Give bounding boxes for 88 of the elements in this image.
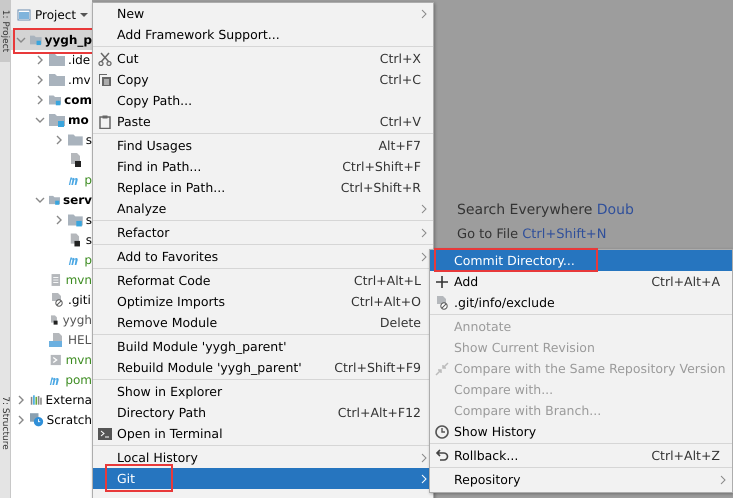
dropdown-caret-icon[interactable] — [80, 12, 88, 18]
menu-item[interactable]: Rollback... Ctrl+Alt+Z — [430, 445, 732, 466]
menu-item[interactable]: Replace in Path... Ctrl+Shift+R — [93, 177, 433, 198]
tree-item-label[interactable]: pom — [65, 373, 92, 387]
menu-item[interactable]: Add Ctrl+Alt+A — [430, 271, 732, 292]
terminal-icon — [98, 426, 112, 440]
window-icon — [17, 8, 31, 22]
tree-item-label[interactable]: yygh — [62, 313, 92, 327]
menu-item[interactable]: Analyze — [93, 198, 433, 219]
tree-item-label[interactable]: .ide — [68, 53, 90, 67]
menu-item[interactable]: Show History — [430, 421, 732, 442]
file-icon — [68, 233, 83, 247]
tree-item-label[interactable]: mvn — [66, 273, 92, 287]
ignored-file-icon — [435, 296, 449, 310]
tree-item-label[interactable]: s — [86, 213, 92, 227]
tree-item-label[interactable]: mvn — [66, 353, 92, 367]
expand-chevron-icon[interactable] — [16, 35, 26, 45]
tree-item-label[interactable]: mo — [68, 113, 89, 127]
text-file-icon — [49, 273, 63, 287]
structure-tool-tab[interactable]: 7: Structure — [0, 388, 10, 458]
file-icon — [49, 313, 60, 327]
tree-item-label[interactable]: p — [84, 173, 92, 187]
editor-hint: Go to File Ctrl+Shift+N — [457, 227, 606, 242]
menu-item[interactable]: Show in Explorer — [93, 381, 433, 402]
menu-item[interactable]: Add to Favorites — [93, 246, 433, 267]
scissors-icon — [98, 52, 112, 66]
collapse-chevron-icon[interactable] — [54, 135, 64, 145]
compare-arrows-icon — [435, 362, 449, 376]
menu-item[interactable]: Copy Path... — [93, 90, 433, 111]
library-icon — [30, 393, 43, 407]
menu-item[interactable]: New — [93, 3, 433, 24]
tree-item-label[interactable]: HEL — [68, 333, 92, 347]
ignored-file-icon — [49, 293, 65, 307]
menu-item[interactable]: Build Module 'yygh_parent' — [93, 336, 433, 357]
clock-icon — [435, 424, 449, 438]
collapse-chevron-icon[interactable] — [35, 55, 45, 65]
menu-item[interactable]: Find in Path... Ctrl+Shift+F — [93, 156, 433, 177]
menu-item[interactable]: Repository — [430, 469, 732, 490]
project-tool-tab[interactable]: 1: Project — [0, 0, 10, 62]
scratch-icon — [30, 412, 44, 428]
tree-item-label[interactable]: s — [86, 133, 92, 147]
menu-item[interactable]: Remove Module Delete — [93, 312, 433, 333]
expand-chevron-icon[interactable] — [35, 195, 45, 205]
undo-arrow-icon — [435, 448, 449, 462]
collapse-chevron-icon[interactable] — [16, 395, 26, 405]
tree-item-label[interactable]: .mv — [68, 73, 91, 87]
folder-icon — [30, 33, 42, 47]
folder-icon — [68, 133, 83, 147]
menu-item[interactable]: Paste Ctrl+V — [93, 111, 433, 132]
menu-item[interactable]: Directory Path Ctrl+Alt+F12 — [93, 402, 433, 423]
menu-item[interactable]: Reformat Code Ctrl+Alt+L — [93, 270, 433, 291]
tree-item-label[interactable]: com — [64, 93, 92, 107]
collapse-chevron-icon[interactable] — [35, 95, 45, 105]
copy-icon — [98, 72, 112, 86]
collapse-chevron-icon[interactable] — [16, 415, 26, 425]
tree-item-label[interactable]: Externa — [46, 393, 92, 407]
folder-icon — [49, 73, 65, 87]
folder-icon — [49, 193, 60, 207]
menu-item[interactable]: Local History — [93, 447, 433, 468]
expand-chevron-icon[interactable] — [35, 115, 45, 125]
shortcut-hint: Ctrl+Shift+N — [522, 227, 606, 242]
folder-icon — [49, 113, 65, 127]
menu-item[interactable]: Copy Ctrl+C — [93, 69, 433, 90]
tree-item-label[interactable]: serv — [62, 193, 92, 207]
menu-item[interactable]: Open in Terminal — [93, 423, 433, 444]
menu-item[interactable]: Rebuild Module 'yygh_parent' Ctrl+Shift+F9 — [93, 357, 433, 378]
tree-item-label[interactable]: p — [84, 253, 92, 267]
menu-item[interactable]: Cut Ctrl+X — [93, 48, 433, 69]
menu-item[interactable]: Refactor — [93, 222, 433, 243]
plus-icon — [436, 276, 448, 288]
menu-item[interactable]: Optimize Imports Ctrl+Alt+O — [93, 291, 433, 312]
folder-icon — [49, 53, 65, 67]
collapse-chevron-icon[interactable] — [54, 215, 64, 225]
menu-item[interactable]: .git/info/exclude — [430, 292, 732, 313]
menu-item[interactable]: Commit Directory... — [430, 250, 732, 271]
folder-icon — [49, 93, 62, 107]
editor-hint: Search Everywhere Doub — [457, 202, 634, 218]
markdown-file-icon — [49, 333, 65, 347]
folder-icon — [68, 213, 83, 227]
shortcut-hint: Doub — [596, 202, 634, 218]
clipboard-icon — [98, 114, 112, 128]
script-file-icon — [49, 353, 63, 367]
menu-item[interactable]: Find Usages Alt+F7 — [93, 135, 433, 156]
tree-item-label[interactable]: s — [86, 233, 92, 247]
collapse-chevron-icon[interactable] — [35, 75, 45, 85]
tree-item-label[interactable]: .giti — [68, 293, 91, 307]
tree-item-label[interactable]: Scratch — [46, 413, 92, 427]
menu-item[interactable]: Add Framework Support... — [93, 24, 433, 45]
